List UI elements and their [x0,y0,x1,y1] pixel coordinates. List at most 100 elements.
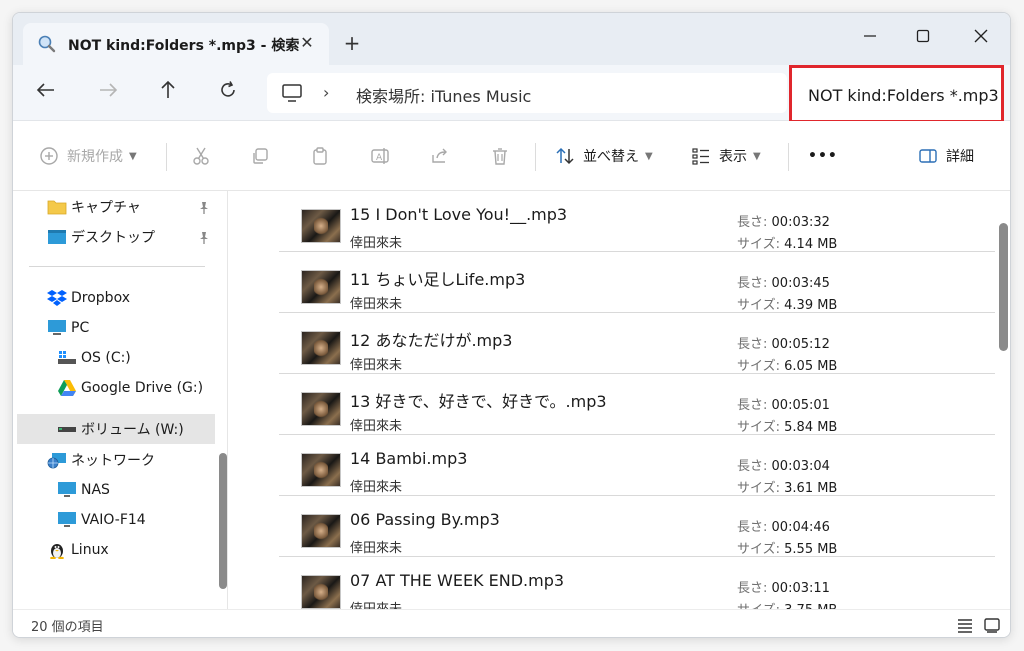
file-row[interactable]: 15 I Don't Love You!__.mp3 倖田來未 長さ: 00:03:… [279,191,995,252]
sidebar-item-vaio[interactable]: VAIO-F14 [57,505,257,535]
address-bar[interactable]: › 検索場所: iTunes Music [267,73,787,113]
file-artist: 倖田來未 [350,541,403,556]
close-icon[interactable]: ✕ [297,33,317,53]
file-artist: 倖田來未 [350,236,403,251]
minimize-button[interactable] [847,21,893,51]
tab-title: NOT kind:Folders *.mp3 - 検索 [68,38,300,54]
search-input[interactable]: NOT kind:Folders *.mp3 [789,65,1004,123]
up-button[interactable] [157,79,185,107]
file-row[interactable]: 12 あなただけが.mp3 倖田來未 長さ: 00:05:12 サイズ: 6.05 M… [279,313,995,374]
new-tab-button[interactable]: + [340,33,364,57]
sidebar-item-pc[interactable]: PC [47,313,247,343]
pin-icon[interactable] [197,200,211,214]
google-drive-icon [58,380,76,396]
more-options-button[interactable]: ••• [808,143,838,169]
details-pane-button[interactable]: 詳細 [918,143,974,169]
dropbox-icon [47,290,67,306]
sidebar-scrollbar[interactable] [219,453,227,589]
close-window-button[interactable] [958,21,1004,51]
view-button[interactable]: 表示 ▼ [691,143,761,169]
pin-icon[interactable] [197,230,211,244]
file-length: 長さ: 00:03:11 [737,577,830,596]
scissors-icon [193,147,209,165]
new-button-label: 新規作成 [67,149,123,165]
size-label: サイズ: [737,359,780,374]
sidebar-item-label: ボリューム (W:) [81,422,184,438]
sidebar-item-network[interactable]: ネットワーク [47,445,247,475]
rename-button[interactable]: A [370,143,390,169]
details-view-icon [958,619,972,633]
file-size: サイズ: 6.05 MB [737,355,837,374]
file-row[interactable]: 11 ちょい足しLife.mp3 倖田來未 長さ: 00:03:45 サイズ: 4.3… [279,252,995,313]
sidebar-item-capture[interactable]: キャプチャ [47,192,247,222]
sidebar-item-os-c[interactable]: OS (C:) [57,343,257,373]
divider [535,143,536,171]
sidebar-item-nas[interactable]: NAS [57,475,257,505]
share-button[interactable] [430,143,450,169]
size-value: 6.05 MB [784,359,838,374]
search-query[interactable]: NOT kind:Folders *.mp3 [808,86,999,105]
tab-search[interactable]: NOT kind:Folders *.mp3 - 検索 ✕ [23,23,329,65]
details-view-button[interactable] [956,617,974,633]
sidebar-item-google-drive[interactable]: Google Drive (G:) [57,373,257,403]
album-art-thumbnail [301,209,341,243]
file-explorer-window: NOT kind:Folders *.mp3 - 検索 ✕ + › 検索場所: … [12,12,1011,638]
file-artist: 倖田來未 [350,358,403,373]
file-row[interactable]: 07 AT THE WEEK END.mp3 倖田來未 長さ: 00:03:11 サイ… [279,557,995,609]
album-art-thumbnail [301,453,341,487]
cut-button[interactable] [191,143,211,169]
linux-icon [50,544,64,559]
forward-button[interactable] [97,79,125,107]
back-button[interactable] [35,79,63,107]
sidebar-item-label: Linux [71,542,109,558]
maximize-button[interactable] [900,21,946,51]
length-label: 長さ: [737,215,768,230]
new-button[interactable]: 新規作成 ▼ [39,143,137,169]
file-name: 14 Bambi.mp3 [350,449,468,468]
breadcrumb-location[interactable]: 検索場所: iTunes Music [356,83,531,107]
thumbnail-view-button[interactable] [983,617,1001,633]
command-bar: 新規作成 ▼ A 並べ替え ▼ 表示 ▼ ••• 詳細 [13,121,1010,191]
album-art-thumbnail [301,575,341,609]
file-name: 07 AT THE WEEK END.mp3 [350,571,565,590]
size-label: サイズ: [737,481,780,496]
scrollbar-thumb[interactable] [999,223,1008,351]
pc-icon[interactable] [281,83,303,107]
length-value: 00:03:45 [771,276,830,291]
file-row[interactable]: 13 好きで、好きで、好きで。.mp3 倖田來未 長さ: 00:05:01 サイズ: … [279,374,995,435]
folder-icon [47,200,67,215]
details-pane-icon [919,149,937,163]
delete-button[interactable] [490,143,510,169]
search-icon [37,34,57,54]
size-value: 4.39 MB [784,298,838,313]
file-row[interactable]: 14 Bambi.mp3 倖田來未 長さ: 00:03:04 サイズ: 3.61 MB [279,435,995,496]
chevron-right-icon[interactable]: › [323,83,329,102]
sort-icon [556,147,574,165]
file-row[interactable]: 06 Passing By.mp3 倖田來未 長さ: 00:04:46 サイズ: 5.… [279,496,995,557]
file-size: サイズ: 5.55 MB [737,538,837,557]
svg-text:A: A [376,153,383,163]
length-label: 長さ: [737,520,768,535]
monitor-icon [58,512,76,527]
sidebar-item-dropbox[interactable]: Dropbox [47,283,247,313]
paste-button[interactable] [310,143,330,169]
file-artist: 倖田來未 [350,297,403,312]
close-icon [974,29,988,43]
length-label: 長さ: [737,337,768,352]
file-list-scrollbar[interactable] [995,191,1010,609]
sidebar-item-linux[interactable]: Linux [47,535,247,565]
copy-button[interactable] [250,143,270,169]
file-length: 長さ: 00:04:46 [737,516,830,535]
divider [166,143,167,171]
sidebar-item-desktop[interactable]: デスクトップ [47,222,247,252]
size-label: サイズ: [737,237,780,252]
album-art-thumbnail [301,392,341,426]
sort-button[interactable]: 並べ替え ▼ [555,143,653,169]
sidebar-item-volume-w[interactable]: ボリューム (W:) [17,414,215,444]
sidebar-item-label: キャプチャ [71,200,141,216]
length-label: 長さ: [737,398,768,413]
monitor-icon [58,482,76,497]
refresh-button[interactable] [217,79,245,107]
file-length: 長さ: 00:03:04 [737,455,830,474]
desktop-icon [48,230,66,244]
